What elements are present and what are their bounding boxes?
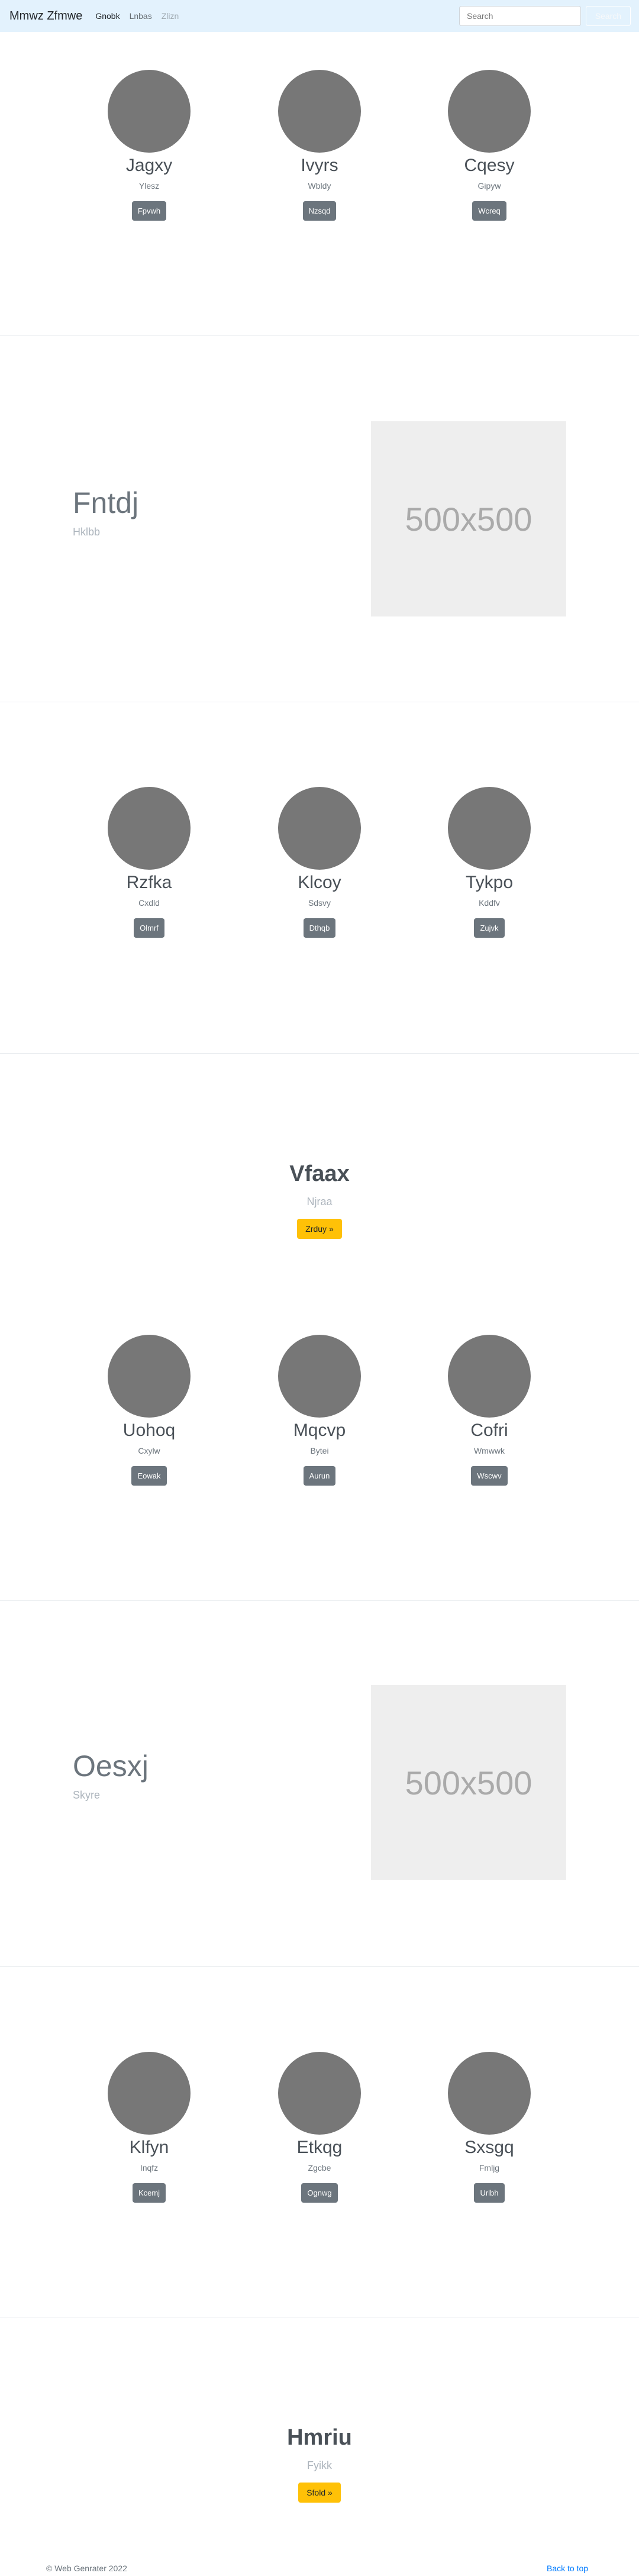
section-divider xyxy=(0,335,639,336)
card-title: Cofri xyxy=(470,1421,508,1440)
card-subtitle: Gipyw xyxy=(477,181,501,191)
card: Jagxy Ylesz Fpvwh xyxy=(90,70,208,221)
back-to-top-link[interactable]: Back to top xyxy=(547,2564,588,2573)
search-button[interactable]: Search xyxy=(586,6,631,26)
card-subtitle: Inqfz xyxy=(140,2163,159,2173)
card: Rzfka Cxdld Olmrf xyxy=(90,787,208,938)
nav-link-gnobk[interactable]: Gnobk xyxy=(95,11,120,21)
feature-title: Fntdj xyxy=(73,486,139,519)
card: Klfyn Inqfz Kcemj xyxy=(90,2052,208,2203)
navbar: Mmwz Zfmwe Gnobk Lnbas Zlizn Search xyxy=(0,0,639,32)
card-button[interactable]: Kcemj xyxy=(132,2183,166,2203)
card-subtitle: Cxylw xyxy=(138,1446,160,1455)
card: Uohoq Cxylw Eowak xyxy=(90,1335,208,1486)
placeholder-image: 500x500 xyxy=(371,1685,566,1880)
card-subtitle: Sdsvy xyxy=(308,898,331,908)
feature-subtitle: Hklbb xyxy=(73,526,101,538)
avatar xyxy=(448,70,531,153)
card-button[interactable]: Wscwv xyxy=(471,1466,508,1486)
card-button[interactable]: Zujvk xyxy=(474,918,505,938)
jumbotron-button[interactable]: Zrduy » xyxy=(297,1219,342,1239)
section-divider xyxy=(0,1600,639,1601)
feature-title: Oesxj xyxy=(73,1749,149,1783)
card-title: Cqesy xyxy=(464,156,515,175)
card-title: Tykpo xyxy=(465,873,514,892)
card-subtitle: Fmljg xyxy=(479,2163,500,2173)
jumbotron-button[interactable]: Sfold » xyxy=(298,2483,341,2503)
brand[interactable]: Mmwz Zfmwe xyxy=(9,9,82,23)
card-title: Ivyrs xyxy=(301,156,338,175)
avatar xyxy=(108,1335,191,1418)
section-divider xyxy=(0,1053,639,1054)
card-subtitle: Kddfv xyxy=(479,898,500,908)
jumbotron-title: Vfaax xyxy=(289,1161,350,1186)
jumbotron: Hmriu Fyikk Sfold » xyxy=(0,2425,639,2503)
card-button[interactable]: Wcreq xyxy=(472,201,506,221)
nav-link-lnbas[interactable]: Lnbas xyxy=(130,11,152,21)
jumbotron-subtitle: Njraa xyxy=(306,1196,333,1208)
card: Mqcvp Bytei Aurun xyxy=(260,1335,379,1486)
card-button[interactable]: Dthqb xyxy=(303,918,336,938)
card-subtitle: Wbldy xyxy=(308,181,331,191)
card: Tykpo Kddfv Zujvk xyxy=(430,787,548,938)
feature-subtitle: Skyre xyxy=(73,1789,101,1801)
avatar xyxy=(278,787,361,870)
card-title: Klfyn xyxy=(129,2138,169,2157)
avatar xyxy=(278,70,361,153)
search-input[interactable] xyxy=(459,6,581,26)
card-title: Klcoy xyxy=(298,873,341,892)
card-button[interactable]: Aurun xyxy=(303,1466,336,1486)
card: Ivyrs Wbldy Nzsqd xyxy=(260,70,379,221)
card-subtitle: Cxdld xyxy=(138,898,160,908)
avatar xyxy=(448,787,531,870)
card: Etkqg Zgcbe Ognwg xyxy=(260,2052,379,2203)
avatar xyxy=(108,2052,191,2135)
card-subtitle: Ylesz xyxy=(138,181,160,191)
card-button[interactable]: Fpvwh xyxy=(131,201,167,221)
section-divider xyxy=(0,1966,639,1967)
card: Sxsgq Fmljg Urlbh xyxy=(430,2052,548,2203)
card-button[interactable]: Olmrf xyxy=(134,918,164,938)
card-subtitle: Bytei xyxy=(310,1446,329,1455)
avatar xyxy=(108,70,191,153)
card-title: Rzfka xyxy=(126,873,172,892)
card-subtitle: Wmwwk xyxy=(473,1446,505,1455)
jumbotron-subtitle: Fyikk xyxy=(307,2459,332,2471)
card-button[interactable]: Eowak xyxy=(131,1466,167,1486)
nav-link-zlizn: Zlizn xyxy=(161,11,179,21)
placeholder-image: 500x500 xyxy=(371,421,566,616)
jumbotron: Vfaax Njraa Zrduy » xyxy=(0,1161,639,1239)
card: Cofri Wmwwk Wscwv xyxy=(430,1335,548,1486)
card-button[interactable]: Nzsqd xyxy=(302,201,337,221)
avatar xyxy=(278,1335,361,1418)
card-title: Etkqg xyxy=(296,2138,343,2157)
card-subtitle: Zgcbe xyxy=(308,2163,331,2173)
card-title: Mqcvp xyxy=(293,1421,346,1440)
card-button[interactable]: Ognwg xyxy=(301,2183,338,2203)
avatar xyxy=(278,2052,361,2135)
card-title: Uohoq xyxy=(122,1421,176,1440)
avatar xyxy=(448,2052,531,2135)
card: Klcoy Sdsvy Dthqb xyxy=(260,787,379,938)
card-button[interactable]: Urlbh xyxy=(474,2183,505,2203)
jumbotron-title: Hmriu xyxy=(287,2425,352,2450)
footer-copyright: © Web Genrater 2022 xyxy=(46,2564,127,2573)
card: Cqesy Gipyw Wcreq xyxy=(430,70,548,221)
avatar xyxy=(108,787,191,870)
card-title: Jagxy xyxy=(125,156,173,175)
card-title: Sxsgq xyxy=(464,2138,514,2157)
avatar xyxy=(448,1335,531,1418)
